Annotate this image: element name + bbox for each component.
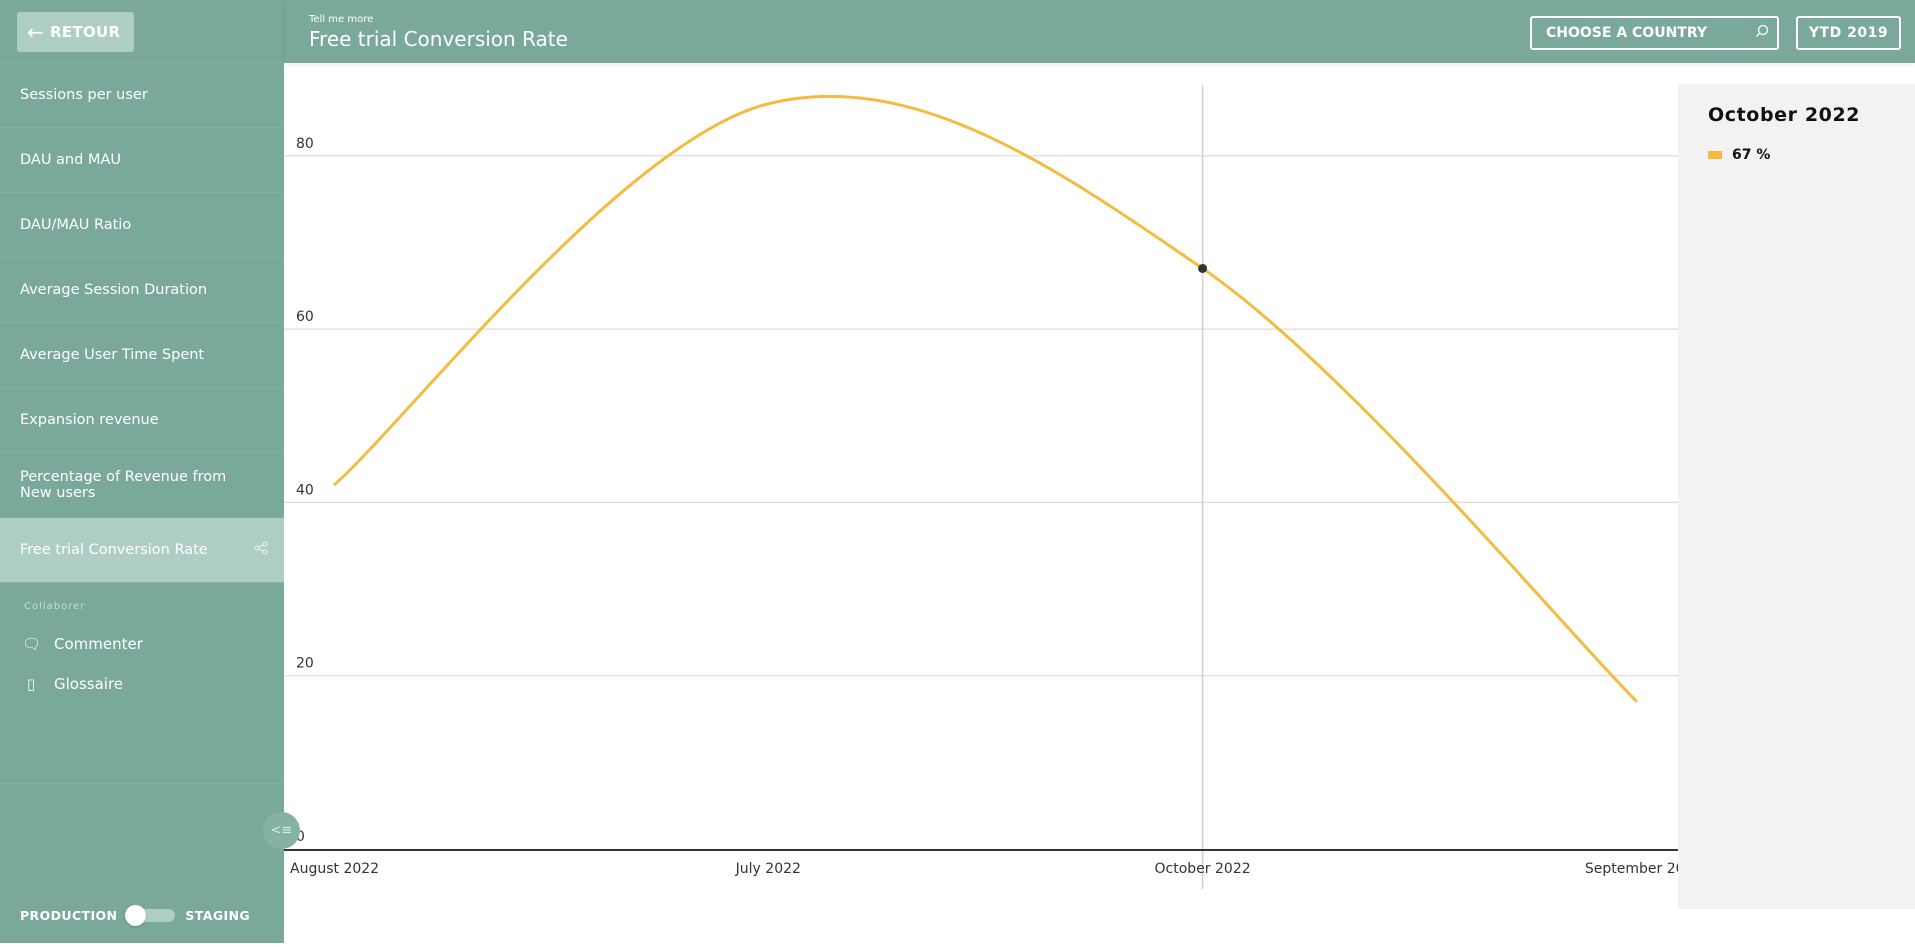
country-search[interactable]: CHOOSE A COUNTRY <box>1530 16 1779 50</box>
env-staging-label: STAGING <box>185 908 251 923</box>
glossary-label: Glossaire <box>54 675 124 693</box>
environment-toggle[interactable] <box>125 905 176 926</box>
back-button[interactable]: ← RETOUR <box>17 12 134 52</box>
comment-label: Commenter <box>54 635 143 653</box>
sidebar-item[interactable]: Expansion revenue <box>0 388 284 453</box>
environment-switch: PRODUCTION STAGING <box>20 905 251 926</box>
sidebar-item[interactable]: Percentage of Revenue from New users <box>0 453 284 518</box>
sidebar-item-label: Sessions per user <box>20 87 148 103</box>
y-tick-label: 20 <box>296 656 314 672</box>
sidebar-item-label: Average User Time Spent <box>20 347 205 363</box>
collaborate-section: Collaborer 🗨︎ Commenter ▯ Glossaire <box>0 583 284 784</box>
series-swatch <box>1708 151 1722 159</box>
x-tick-label: August 2022 <box>290 861 379 877</box>
arrow-left-icon: ← <box>27 20 45 44</box>
chart-area: 0 20 40 60 80 August 2022 July 2022 October 20… <box>284 63 1702 943</box>
collapse-menu-icon: <≡ <box>270 823 293 838</box>
tooltip-title: October 2022 <box>1708 104 1861 126</box>
header-subtitle: Tell me more <box>309 14 374 25</box>
x-tick-label: October 2022 <box>1155 861 1251 877</box>
sidebar: ← RETOUR Sessions per user DAU and MAU DAU… <box>0 0 284 943</box>
x-tick-label: July 2022 <box>735 861 801 877</box>
period-selector[interactable]: YTD 2019 <box>1796 16 1901 50</box>
x-tick-label: September 2022 <box>1585 861 1678 877</box>
y-tick-label: 40 <box>296 482 314 498</box>
sidebar-item-label: DAU and MAU <box>20 152 121 168</box>
header: Tell me more Free trial Conversion Rate … <box>284 0 1915 63</box>
env-production-label: PRODUCTION <box>20 908 118 923</box>
sidebar-item[interactable]: DAU/MAU Ratio <box>0 193 284 258</box>
glossary-button[interactable]: ▯ Glossaire <box>22 664 284 704</box>
search-icon <box>1755 24 1769 42</box>
sidebar-item-label: Expansion revenue <box>20 412 159 428</box>
sidebar-item-label: Average Session Duration <box>20 282 208 298</box>
highlighted-data-point[interactable] <box>1198 263 1208 273</box>
series-line <box>333 94 1638 703</box>
collapse-sidebar-button[interactable]: <≡ <box>263 812 300 849</box>
sidebar-item[interactable]: DAU and MAU <box>0 128 284 193</box>
glossary-icon: ▯ <box>26 675 36 693</box>
sidebar-item[interactable]: Free trial Conversion Rate <box>0 518 284 583</box>
tooltip-row: 67 % <box>1708 147 1770 163</box>
line-chart: 020406080 August 2022 July 2022 October 20… <box>284 85 1702 889</box>
page-title: Free trial Conversion Rate <box>309 27 568 51</box>
sidebar-item[interactable]: Sessions per user <box>0 63 284 128</box>
sidebar-item-label: DAU/MAU Ratio <box>20 217 132 233</box>
sidebar-item[interactable]: Average Session Duration <box>0 258 284 323</box>
collaborate-title: Collaborer <box>24 601 86 612</box>
toggle-knob[interactable] <box>125 905 147 926</box>
tooltip-panel: October 2022 67 % <box>1678 84 1915 909</box>
sidebar-item-label: Percentage of Revenue from New users <box>20 469 227 501</box>
y-tick-label: 60 <box>296 309 314 325</box>
comment-button[interactable]: 🗨︎ Commenter <box>22 624 284 664</box>
back-label: RETOUR <box>50 23 121 41</box>
metric-nav: Sessions per user DAU and MAU DAU/MAU Rati… <box>0 63 284 583</box>
sidebar-item[interactable]: Average User Time Spent <box>0 323 284 388</box>
country-placeholder: CHOOSE A COUNTRY <box>1546 25 1707 41</box>
comment-icon: 🗨︎ <box>22 635 42 653</box>
share-icon[interactable] <box>254 541 268 559</box>
y-tick-label: 80 <box>296 136 314 152</box>
sidebar-item-label: Free trial Conversion Rate <box>20 542 208 558</box>
back-bar: ← RETOUR <box>0 0 284 63</box>
tooltip-value: 67 % <box>1732 147 1771 163</box>
